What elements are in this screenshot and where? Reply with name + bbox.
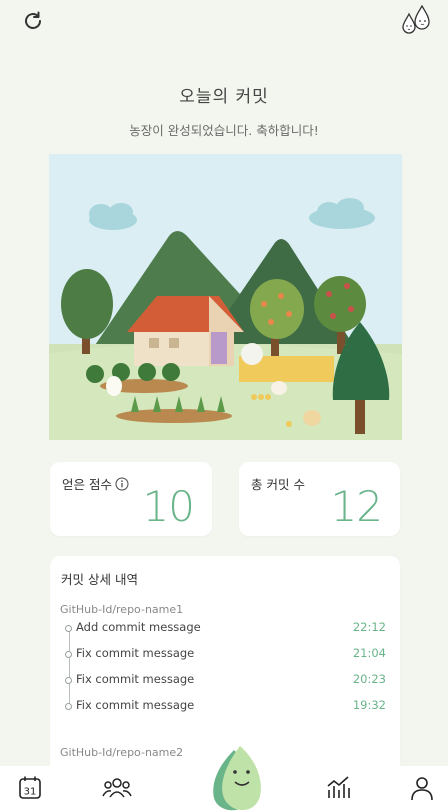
mascot-leaf-icon xyxy=(213,746,261,811)
score-label: 얻은 점수 xyxy=(62,477,112,492)
commit-time: 21:04 xyxy=(352,646,386,660)
refresh-icon xyxy=(25,11,41,29)
timeline-dot xyxy=(65,703,72,710)
timeline-dot xyxy=(65,651,72,658)
commit-message: Add commit message xyxy=(76,620,201,634)
page-subtitle: 농장이 완성되었습니다. 축하합니다! xyxy=(129,123,319,138)
timeline-dot xyxy=(65,625,72,632)
water-drops-icon xyxy=(402,4,430,34)
commit-timeline xyxy=(68,629,70,707)
commit-count-value: 12 xyxy=(330,482,383,531)
score-card: 얻은 점수 10 xyxy=(50,462,212,536)
calendar-day-text: 31 xyxy=(24,787,37,798)
commit-item[interactable]: Add commit message 22:12 xyxy=(60,619,388,639)
score-value: 10 xyxy=(142,482,195,531)
water-drops-button[interactable] xyxy=(400,4,436,36)
commit-time: 22:12 xyxy=(352,620,386,634)
commit-message: Fix commit message xyxy=(76,646,195,660)
profile-icon xyxy=(411,777,433,801)
timeline-dot xyxy=(65,677,72,684)
nav-profile-button[interactable] xyxy=(406,772,438,804)
repo-name[interactable]: GitHub-Id/repo-name1 xyxy=(60,603,183,616)
commit-details-title: 커밋 상세 내역 xyxy=(61,572,138,587)
info-icon[interactable] xyxy=(115,477,129,491)
nav-chart-button[interactable] xyxy=(322,772,354,804)
farm-illustration xyxy=(49,154,402,440)
commit-item[interactable]: Fix commit message 20:23 xyxy=(60,671,388,691)
commit-time: 20:23 xyxy=(352,672,386,686)
commit-count-label: 총 커밋 수 xyxy=(251,477,305,492)
chart-icon xyxy=(327,776,350,798)
calendar-icon: 31 xyxy=(19,776,41,799)
commit-item[interactable]: Fix commit message 19:32 xyxy=(60,697,388,717)
score-label-row: 얻은 점수 xyxy=(62,474,129,493)
commit-count-card: 총 커밋 수 12 xyxy=(239,462,400,536)
nav-calendar-button[interactable]: 31 xyxy=(14,772,46,804)
commit-message: Fix commit message xyxy=(76,672,195,686)
friends-icon xyxy=(102,778,132,798)
commit-time: 19:32 xyxy=(352,698,386,712)
top-bar xyxy=(0,0,448,44)
refresh-button[interactable] xyxy=(20,8,46,34)
home-mascot-button[interactable] xyxy=(200,742,270,812)
commit-message: Fix commit message xyxy=(76,698,195,712)
page-title: 오늘의 커밋 xyxy=(179,87,269,107)
commit-item[interactable]: Fix commit message 21:04 xyxy=(60,645,388,665)
nav-friends-button[interactable] xyxy=(100,772,134,804)
repo-name[interactable]: GitHub-Id/repo-name2 xyxy=(60,746,183,759)
